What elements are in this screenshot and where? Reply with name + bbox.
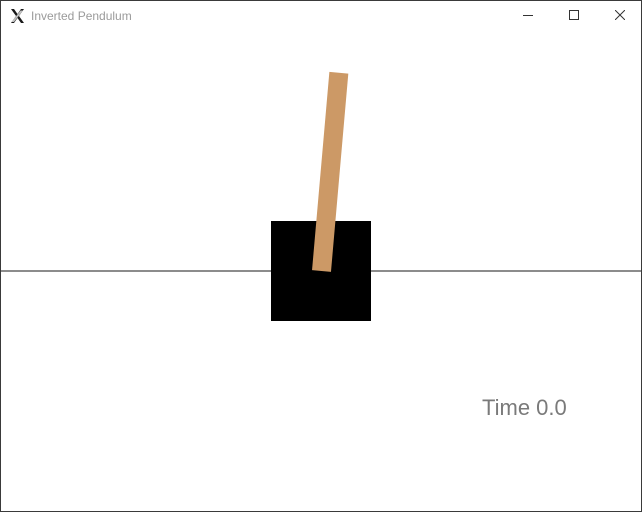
- x-app-icon: [8, 7, 26, 25]
- window-title: Inverted Pendulum: [31, 9, 132, 23]
- title-bar[interactable]: Inverted Pendulum: [1, 1, 641, 31]
- maximize-button[interactable]: [551, 1, 597, 31]
- minimize-icon: [523, 7, 533, 25]
- app-window: Inverted Pendulum Time 0.0: [0, 0, 642, 512]
- maximize-icon: [569, 7, 579, 25]
- minimize-button[interactable]: [505, 1, 551, 31]
- time-label: Time 0.0: [482, 395, 567, 420]
- close-button[interactable]: [597, 1, 641, 31]
- simulation-canvas: Time 0.0: [1, 31, 641, 511]
- close-icon: [614, 7, 626, 25]
